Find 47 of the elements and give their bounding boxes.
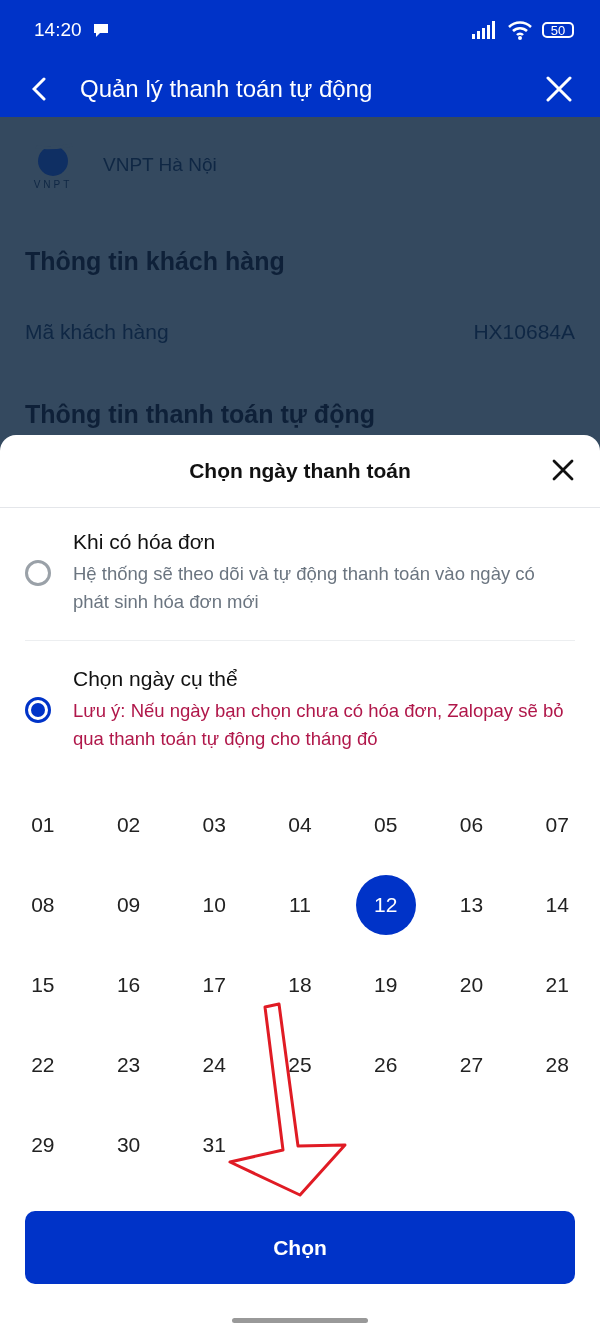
option-description: Hệ thống sẽ theo dõi và tự động thanh toán vào ngày có phát sinh hóa đơn mới: [73, 562, 536, 614]
day-option[interactable]: 13: [441, 875, 502, 935]
choose-button[interactable]: Chọn: [25, 1211, 575, 1284]
day-option[interactable]: 18: [270, 955, 330, 1015]
day-option[interactable]: 04: [270, 795, 330, 855]
status-time: 14:20: [34, 19, 82, 41]
wifi-icon: [508, 20, 532, 40]
day-option[interactable]: 25: [270, 1035, 330, 1095]
day-option[interactable]: 05: [355, 795, 416, 855]
day-option[interactable]: 24: [184, 1035, 245, 1095]
day-option[interactable]: 07: [527, 795, 588, 855]
sheet-title: Chọn ngày thanh toán: [189, 459, 411, 483]
day-option[interactable]: 31: [184, 1115, 245, 1175]
radio-button[interactable]: [25, 560, 51, 586]
battery-indicator: 50: [542, 22, 574, 38]
day-option[interactable]: 03: [184, 795, 245, 855]
day-option[interactable]: 06: [441, 795, 502, 855]
day-option[interactable]: 12: [355, 875, 416, 935]
day-option[interactable]: 09: [98, 875, 159, 935]
radio-button[interactable]: [25, 697, 51, 723]
day-option[interactable]: 26: [355, 1035, 416, 1095]
header-title: Quản lý thanh toán tự động: [80, 74, 374, 103]
option-title: Khi có hóa đơn: [73, 530, 217, 554]
close-icon[interactable]: [552, 459, 574, 481]
day-option[interactable]: 21: [527, 955, 588, 1015]
day-option[interactable]: 30: [98, 1115, 159, 1175]
warning-note: Lưu ý: Nếu ngày bạn chọn chưa có hóa đơn, Zalopay sẽ bỏ qua thanh toán tự động cho tháng đó: [73, 699, 565, 751]
day-option[interactable]: 19: [355, 955, 416, 1015]
day-option[interactable]: 28: [527, 1035, 588, 1095]
option-title: Chọn ngày cụ thể: [73, 667, 239, 691]
day-option[interactable]: 14: [527, 875, 588, 935]
day-option[interactable]: 01: [12, 795, 73, 855]
day-option[interactable]: 29: [12, 1115, 73, 1175]
day-option[interactable]: 16: [98, 955, 159, 1015]
chat-bubble-icon: [91, 22, 110, 38]
signal-icon: [472, 21, 498, 39]
day-option[interactable]: 02: [98, 795, 159, 855]
day-option[interactable]: 10: [184, 875, 245, 935]
day-option[interactable]: 08: [12, 875, 73, 935]
day-option[interactable]: 11: [270, 875, 330, 935]
day-option[interactable]: 22: [12, 1035, 73, 1095]
back-icon[interactable]: [32, 76, 46, 101]
day-option[interactable]: 15: [12, 955, 73, 1015]
day-option[interactable]: 17: [184, 955, 245, 1015]
day-option[interactable]: 23: [98, 1035, 159, 1095]
day-option[interactable]: 27: [441, 1035, 502, 1095]
day-option[interactable]: 20: [441, 955, 502, 1015]
